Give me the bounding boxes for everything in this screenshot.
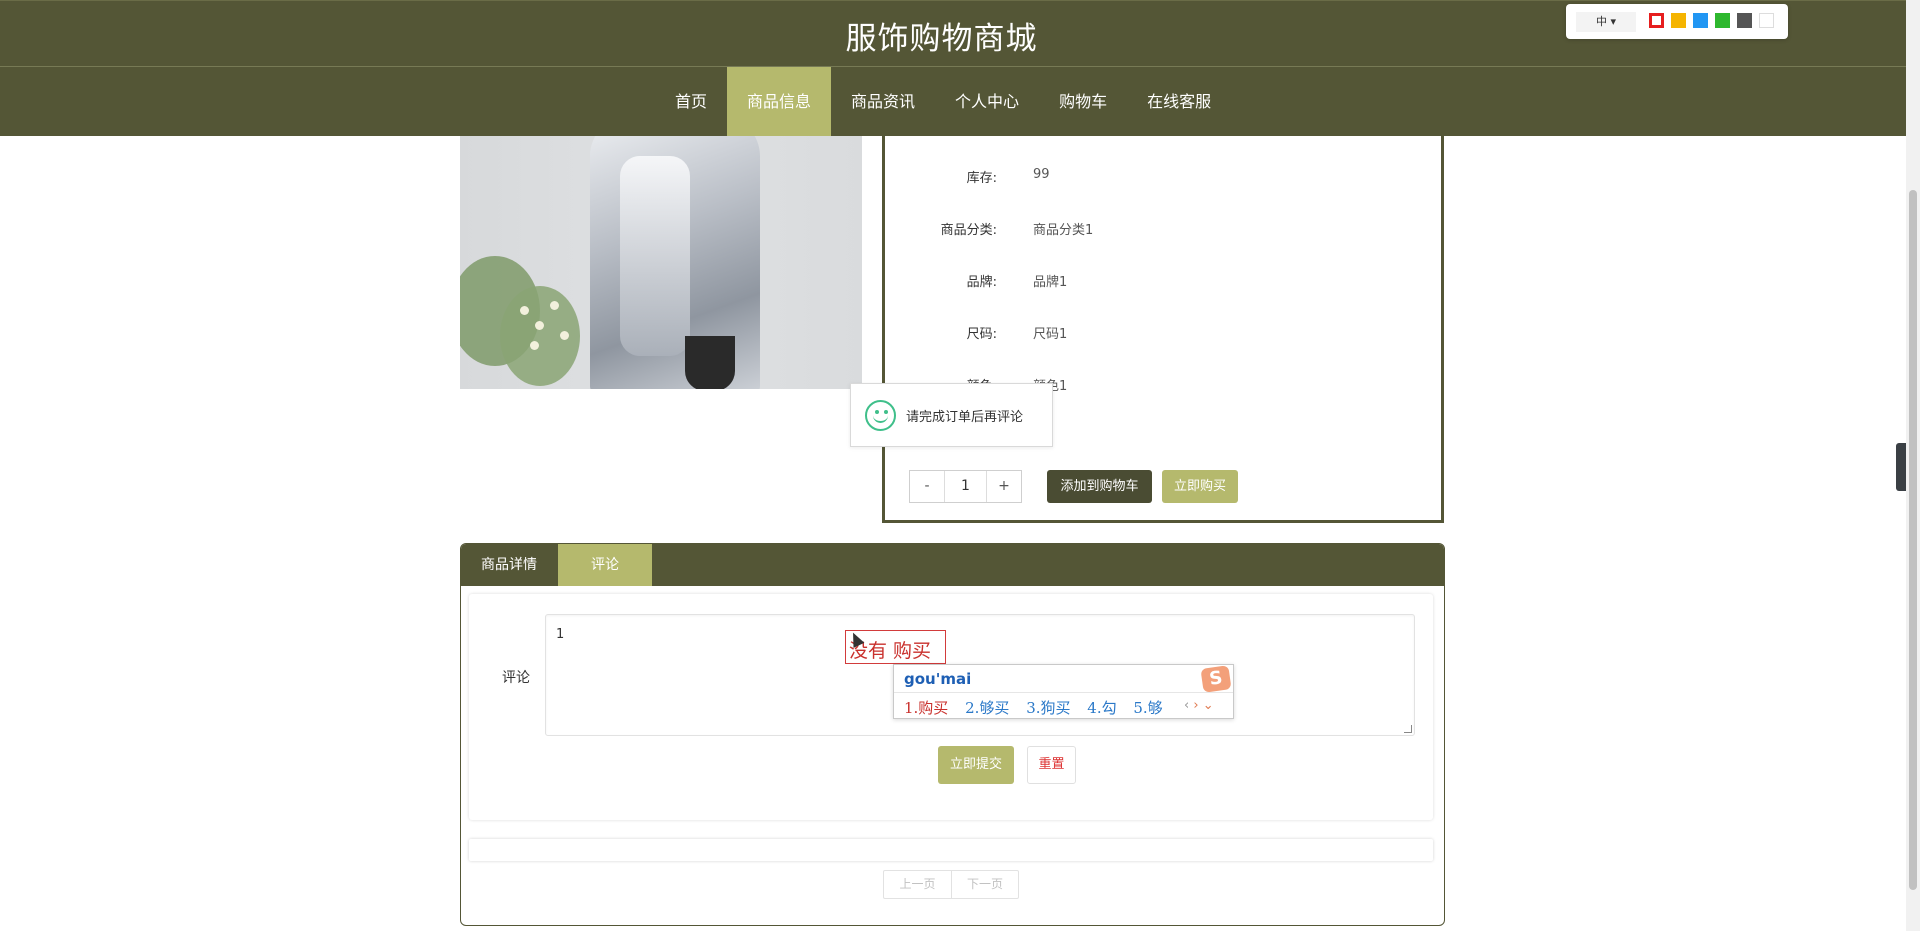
theme-swatch-gray[interactable] [1737,13,1752,28]
ime-next-icon[interactable]: › [1193,698,1198,713]
ime-expand-icon[interactable]: ⌄ [1203,698,1214,713]
info-value: 商品分类1 [1033,223,1094,238]
smile-icon [865,400,896,431]
toast-message: 请完成订单后再评论 [850,383,1053,447]
buy-now-button[interactable]: 立即购买 [1162,470,1238,503]
add-to-cart-button[interactable]: 添加到购物车 [1047,470,1152,503]
info-label: 库存: [966,171,997,186]
nav-item-profile[interactable]: 个人中心 [935,67,1039,137]
tab-details[interactable]: 商品详情 [461,544,557,586]
scrollbar-thumb[interactable] [1909,190,1917,890]
quantity-input[interactable]: 1 [944,471,987,502]
info-row-category: 商品分类: 商品分类1 [885,219,1445,239]
nav-item-support[interactable]: 在线客服 [1127,67,1231,137]
ime-page-nav: ‹ › ⌄ [1184,698,1214,713]
comment-list [469,839,1433,861]
sogou-logo-icon: S [1200,665,1232,693]
product-image [460,136,862,389]
info-label: 品牌: [966,275,997,290]
info-value: 尺码1 [1033,327,1068,342]
theme-switcher: 中 ▾ [1566,4,1788,39]
toast-text: 请完成订单后再评论 [906,410,1024,425]
info-value: 品牌1 [1033,275,1068,290]
reset-button[interactable]: 重置 [1027,746,1076,784]
pagination: 上一页 下一页 [883,870,1019,899]
next-page-button[interactable]: 下一页 [951,871,1018,898]
quantity-stepper: - 1 + [909,470,1022,503]
product-info-panel: 库存: 99 商品分类: 商品分类1 品牌: 品牌1 尺码: 尺码1 颜色: 颜… [882,136,1444,523]
theme-swatch-red[interactable] [1649,13,1664,28]
info-row-size: 尺码: 尺码1 [885,323,1445,343]
nav-item-products[interactable]: 商品信息 [727,67,832,137]
tab-comments[interactable]: 评论 [558,544,652,586]
tab-bar: 商品详情 评论 [461,544,1444,586]
info-row-stock: 库存: 99 [885,167,1445,187]
quantity-plus-button[interactable]: + [987,471,1021,502]
info-value: 99 [1033,167,1050,182]
page: 服饰购物商城 中 ▾ 首页 商品信息 商品资讯 个人中心 购物车 在线客服 库存… [0,0,1920,931]
main-nav: 首页 商品信息 商品资讯 个人中心 购物车 在线客服 [0,66,1906,137]
info-row-brand: 品牌: 品牌1 [885,271,1445,291]
language-select[interactable]: 中 ▾ [1576,12,1636,32]
ime-candidate[interactable]: 1.购买 [904,697,948,718]
ime-candidate-window: gou'mai S 1.购买 2.够买 3.狗买 4.勾 5.够 ‹ › ⌄ [893,664,1234,719]
comment-label: 评论 [502,670,530,686]
theme-swatch-green[interactable] [1715,13,1730,28]
info-label: 商品分类: [940,223,997,238]
theme-swatch-blue[interactable] [1693,13,1708,28]
info-label: 尺码: [966,327,997,342]
nav-item-home[interactable]: 首页 [655,67,727,137]
ime-pinyin: gou'mai [904,670,972,688]
ime-prev-icon[interactable]: ‹ [1184,698,1189,713]
comment-value: 1 [556,627,565,642]
prev-page-button[interactable]: 上一页 [884,871,951,898]
ime-candidate[interactable]: 5.够 [1133,697,1162,718]
theme-swatch-yellow[interactable] [1671,13,1686,28]
ime-candidate[interactable]: 4.勾 [1087,697,1116,718]
nav-item-news[interactable]: 商品资讯 [831,67,935,137]
resize-grip-icon[interactable] [1404,725,1412,733]
nav-item-cart[interactable]: 购物车 [1039,67,1127,137]
ime-candidates: 1.购买 2.够买 3.狗买 4.勾 5.够 [904,697,1175,718]
quantity-minus-button[interactable]: - [910,471,944,502]
submit-button[interactable]: 立即提交 [938,746,1014,784]
language-label: 中 [1595,15,1607,28]
ime-candidate[interactable]: 2.够买 [965,697,1009,718]
ime-candidate[interactable]: 3.狗买 [1026,697,1070,718]
theme-swatch-white[interactable] [1759,13,1774,28]
